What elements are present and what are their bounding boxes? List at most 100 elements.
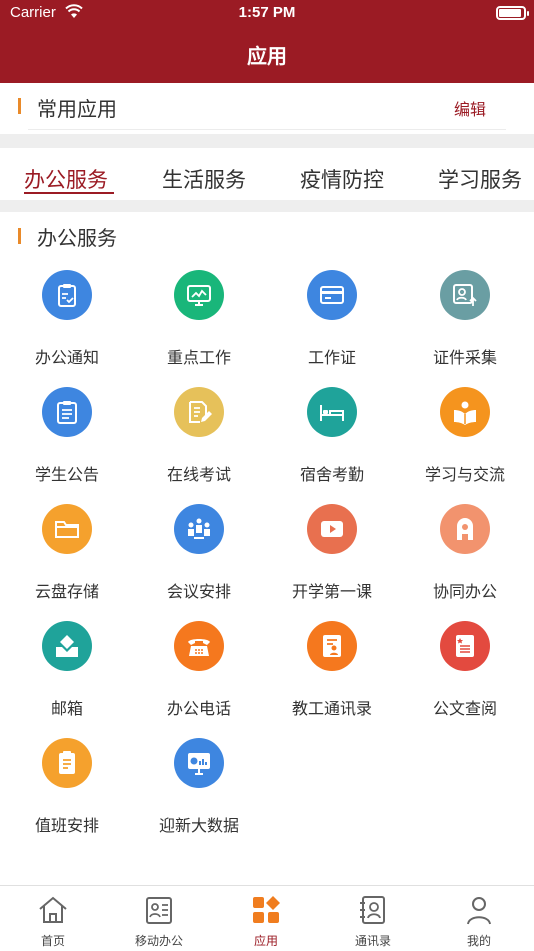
app-mailbox[interactable]: 邮箱: [0, 621, 134, 738]
tab-study-services[interactable]: 学习服务: [438, 164, 522, 194]
edit-button[interactable]: 编辑: [454, 96, 486, 120]
app-document-review[interactable]: 公文查阅: [398, 621, 532, 738]
duty-list-icon: [59, 751, 75, 774]
common-apps-header: 常用应用 编辑: [0, 83, 534, 130]
tabbar-home[interactable]: 首页: [0, 886, 106, 951]
app-label: 证件采集: [432, 348, 497, 367]
app-icon-bg: [440, 270, 490, 320]
contacts-book-icon: [323, 635, 341, 657]
mailbox-icon: [56, 635, 78, 657]
category-tabs: 办公服务 生活服务 疫情防控 学习服务: [0, 150, 534, 202]
status-bar: Carrier 1:57 PM: [0, 0, 534, 28]
app-icon-bg: [440, 504, 490, 554]
app-label: 重点工作: [166, 348, 231, 367]
app-icon-bg: [42, 270, 92, 320]
app-office-phone[interactable]: 办公电话: [132, 621, 266, 738]
app-label: 工作证: [307, 348, 356, 367]
meeting-icon: [188, 518, 210, 539]
app-icon-bg: [42, 621, 92, 671]
app-work-id[interactable]: 工作证: [265, 270, 399, 387]
page-title: 应用: [247, 44, 287, 68]
app-label: 教工通讯录: [291, 699, 372, 718]
app-welcome-big-data[interactable]: 迎新大数据: [132, 738, 266, 855]
app-first-lesson[interactable]: 开学第一课: [265, 504, 399, 621]
folder-icon: [55, 521, 79, 538]
collaboration-icon: [457, 518, 473, 540]
battery-icon: [496, 6, 529, 20]
app-icon-bg: [307, 270, 357, 320]
tabbar-label: 通讯录: [354, 934, 391, 948]
tabbar-contacts[interactable]: 通讯录: [320, 886, 426, 951]
app-label: 迎新大数据: [158, 816, 239, 835]
bottom-tab-bar: 首页 移动办公 应用 通讯录 我的: [0, 885, 534, 950]
app-header: Carrier 1:57 PM 应用: [0, 0, 534, 83]
common-apps-title: 常用应用: [37, 97, 117, 121]
app-label: 值班安排: [34, 816, 99, 835]
app-label: 办公通知: [34, 348, 99, 367]
status-time: 1:57 PM: [238, 4, 296, 21]
tab-epidemic-control[interactable]: 疫情防控: [300, 164, 384, 194]
apps-grid-icon: [253, 896, 280, 923]
tabbar-mobile-office[interactable]: 移动办公: [106, 886, 212, 951]
app-icon-bg: [174, 504, 224, 554]
app-label: 会议安排: [166, 582, 231, 601]
tabbar-profile[interactable]: 我的: [426, 886, 532, 951]
exam-pencil-icon: [189, 401, 212, 423]
section-title: 办公服务: [37, 226, 117, 250]
tabbar-label: 我的: [466, 934, 491, 948]
app-label: 在线考试: [166, 465, 231, 484]
app-label: 宿舍考勤: [299, 465, 364, 484]
data-screen-icon: [188, 753, 210, 775]
monitor-chart-icon: [187, 285, 211, 306]
section-marker: [18, 98, 21, 114]
app-icon-bg: [307, 504, 357, 554]
app-label: 邮箱: [50, 699, 83, 718]
app-study-exchange[interactable]: 学习与交流: [398, 387, 532, 504]
app-icon-bg: [307, 621, 357, 671]
app-cloud-storage[interactable]: 云盘存储: [0, 504, 134, 621]
active-tab-indicator: [24, 192, 114, 194]
tab-life-services[interactable]: 生活服务: [162, 164, 246, 194]
profile-icon: [467, 897, 491, 925]
id-card-icon: [320, 286, 344, 304]
book-reader-icon: [454, 401, 476, 425]
app-label: 云盘存储: [34, 582, 99, 601]
app-label: 学生公告: [34, 465, 99, 484]
separator: [0, 134, 534, 148]
app-online-exam[interactable]: 在线考试: [132, 387, 266, 504]
app-icon-bg: [174, 270, 224, 320]
app-staff-directory[interactable]: 教工通讯录: [265, 621, 399, 738]
clipboard-check-icon: [58, 284, 76, 307]
app-icon-bg: [42, 387, 92, 437]
photo-upload-icon: [453, 284, 477, 306]
app-id-photo-collection[interactable]: 证件采集: [398, 270, 532, 387]
app-icon-bg: [42, 504, 92, 554]
section-marker: [18, 228, 21, 244]
tabbar-apps[interactable]: 应用: [213, 886, 319, 951]
app-label: 办公电话: [166, 699, 231, 718]
app-icon-bg: [307, 387, 357, 437]
app-key-work[interactable]: 重点工作: [132, 270, 266, 387]
app-icon-bg: [174, 387, 224, 437]
tabbar-label: 移动办公: [134, 934, 183, 948]
tabbar-label: 应用: [253, 934, 278, 948]
home-icon: [39, 896, 67, 923]
app-icon-bg: [174, 738, 224, 788]
app-label: 开学第一课: [291, 582, 372, 601]
app-label: 协同办公: [432, 582, 497, 601]
app-collaboration[interactable]: 协同办公: [398, 504, 532, 621]
telephone-icon: [188, 639, 210, 656]
notice-board-icon: [57, 401, 77, 424]
app-dorm-attendance[interactable]: 宿舍考勤: [265, 387, 399, 504]
app-meeting-schedule[interactable]: 会议安排: [132, 504, 266, 621]
app-label: 学习与交流: [424, 465, 505, 484]
app-office-notice[interactable]: 办公通知: [0, 270, 134, 387]
app-student-notice[interactable]: 学生公告: [0, 387, 134, 504]
app-icon-bg: [440, 387, 490, 437]
tab-office-services[interactable]: 办公服务: [24, 164, 108, 194]
tabbar-label: 首页: [40, 934, 65, 948]
video-play-icon: [321, 521, 343, 537]
app-duty-schedule[interactable]: 值班安排: [0, 738, 134, 855]
divider: [28, 129, 506, 130]
separator: [0, 200, 534, 212]
